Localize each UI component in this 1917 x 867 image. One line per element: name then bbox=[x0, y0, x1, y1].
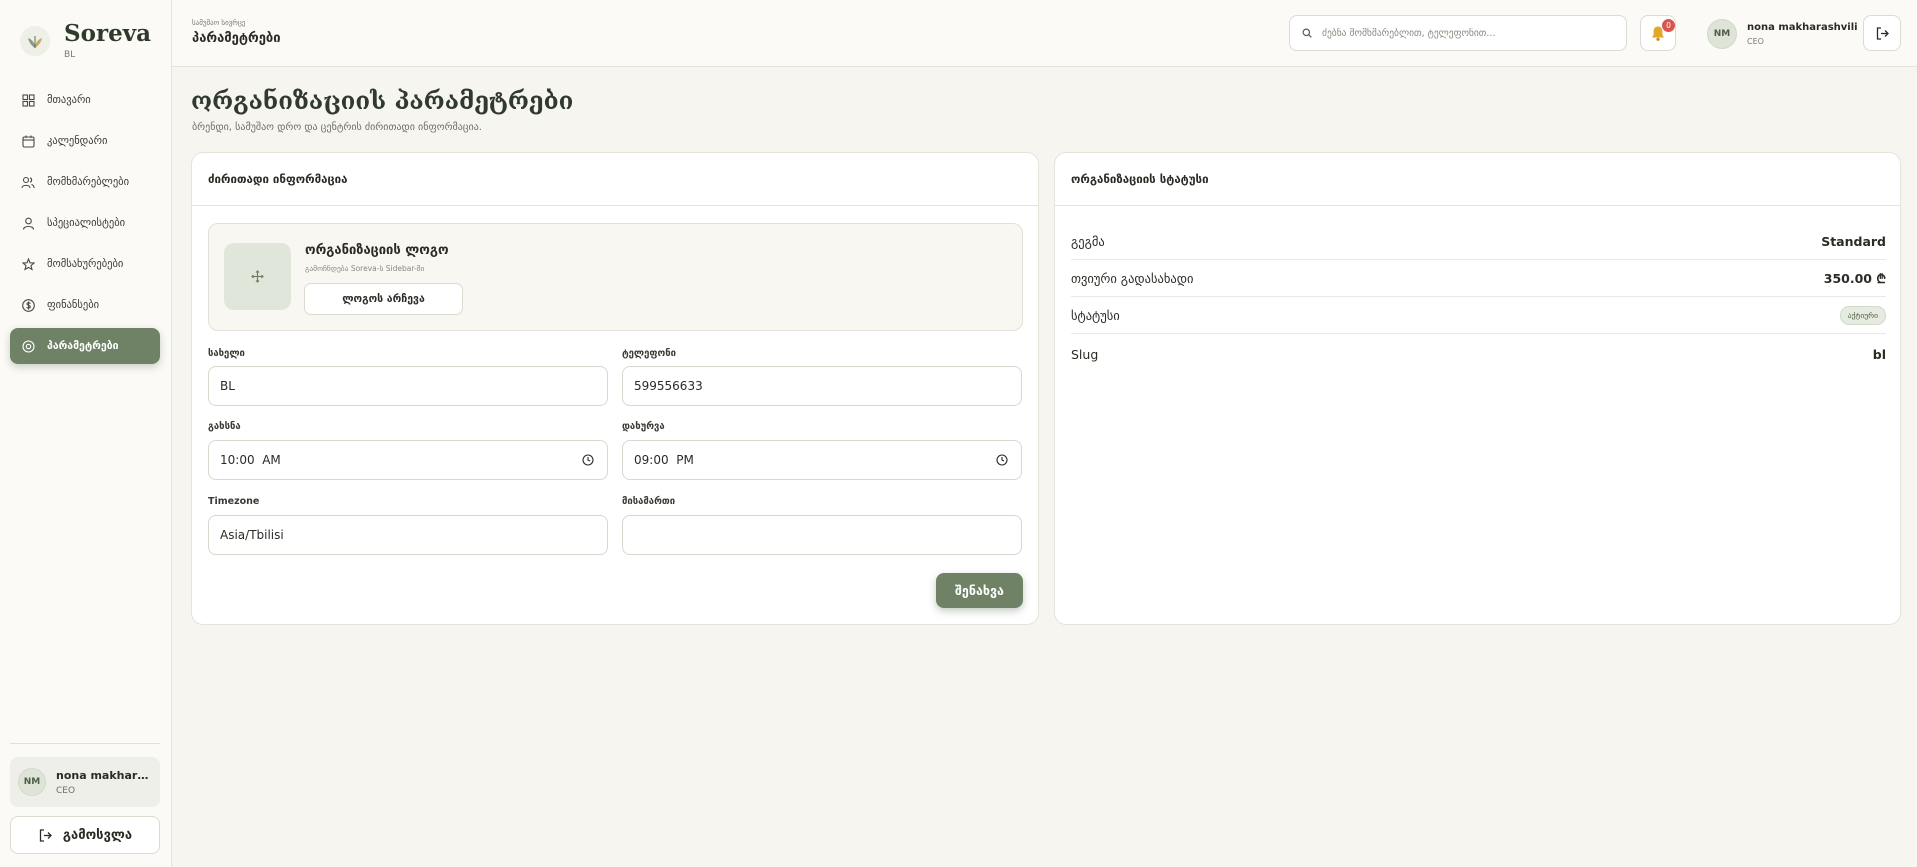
status-row-plan: გეგმა Standard bbox=[1071, 223, 1886, 260]
phone-label: ტელეფონი bbox=[622, 348, 676, 359]
basic-info-card: ძირითადი ინფორმაცია ორგანიზაციის ლოგო გა… bbox=[191, 152, 1039, 625]
sidebar-divider bbox=[10, 743, 160, 744]
topbar-logout-button[interactable] bbox=[1863, 15, 1901, 51]
logout-button[interactable]: გამოსვლა bbox=[10, 816, 160, 854]
logo-title: ორგანიზაციის ლოგო bbox=[305, 243, 449, 258]
sidebar-item-calendar[interactable]: კალენდარი bbox=[10, 123, 160, 159]
sidebar-item-customers[interactable]: მომხმარებლები bbox=[10, 164, 160, 200]
open-time-field[interactable]: 10:00 AM bbox=[208, 440, 608, 480]
slug-label: Slug bbox=[1071, 347, 1099, 362]
plan-value: Standard bbox=[1821, 233, 1886, 249]
page-title: ორგანიზაციის პარამეტრები bbox=[191, 86, 574, 115]
close-time-value: 09:00 PM bbox=[634, 453, 694, 467]
settings-icon bbox=[21, 339, 35, 353]
brand-name: Soreva bbox=[64, 20, 151, 47]
star-icon bbox=[21, 257, 35, 271]
move-icon bbox=[251, 270, 264, 283]
phone-field[interactable]: 599556633 bbox=[622, 366, 1022, 406]
dollar-icon bbox=[21, 298, 35, 312]
avatar: NM bbox=[18, 768, 46, 796]
status-row-slug: Slug bl bbox=[1071, 336, 1886, 373]
sidebar-item-label: მომხმარებლები bbox=[47, 176, 130, 188]
timezone-label: Timezone bbox=[208, 496, 260, 507]
sidebar-item-label: პარამეტრები bbox=[47, 340, 119, 352]
sidebar-item-label: ფინანსები bbox=[47, 299, 100, 311]
logo-hint: გამოჩნდება Soreva-ს Sidebar-ში bbox=[305, 264, 425, 273]
sidebar-item-settings[interactable]: პარამეტრები bbox=[10, 328, 160, 364]
search-icon bbox=[1302, 28, 1312, 38]
sidebar-item-label: კალენდარი bbox=[47, 135, 108, 147]
leaf-logo-icon bbox=[20, 26, 50, 56]
clock-icon[interactable] bbox=[996, 454, 1008, 466]
sidebar-item-label: მომსახურებები bbox=[47, 258, 124, 270]
sidebar-item-label: მთავარი bbox=[47, 94, 91, 106]
brand[interactable]: Soreva bbox=[20, 20, 151, 56]
close-time-label: დახურვა bbox=[622, 421, 665, 432]
status-row-status: სტატუსი აქტიური bbox=[1071, 297, 1886, 334]
topbar-user[interactable]: NM nona makharashvili CEO bbox=[1707, 19, 1858, 49]
card-title: ორგანიზაციის სტატუსი bbox=[1055, 153, 1900, 206]
choose-logo-button[interactable]: ლოგოს არჩევა bbox=[304, 283, 463, 315]
logout-label: გამოსვლა bbox=[62, 827, 133, 843]
card-title: ძირითადი ინფორმაცია bbox=[192, 153, 1038, 206]
user-role: CEO bbox=[56, 785, 76, 796]
logo-section: ორგანიზაციის ლოგო გამოჩნდება Soreva-ს Si… bbox=[208, 223, 1023, 331]
status-badge: აქტიური bbox=[1839, 305, 1886, 325]
brand-sub: BL bbox=[64, 50, 76, 60]
notification-badge: 0 bbox=[1662, 19, 1675, 32]
open-time-label: გახსნა bbox=[208, 421, 241, 432]
status-row-monthly-fee: თვიური გადასახადი 350.00 ₾ bbox=[1071, 260, 1886, 297]
clock-icon[interactable] bbox=[582, 454, 594, 466]
sidebar-item-specialists[interactable]: სპეციალისტები bbox=[10, 205, 160, 241]
topbar: სამუშაო სივრცე პარამეტრები 0 NM nona mak… bbox=[172, 0, 1917, 67]
sidebar-item-services[interactable]: მომსახურებები bbox=[10, 246, 160, 282]
page-subtitle: ბრენდი, სამუშაო დრო და ცენტრის ძირითადი … bbox=[192, 122, 482, 133]
notifications-button[interactable]: 0 bbox=[1640, 15, 1676, 51]
monthly-fee-label: თვიური გადასახადი bbox=[1071, 270, 1194, 286]
status-label: სტატუსი bbox=[1071, 307, 1120, 323]
avatar: NM bbox=[1707, 19, 1737, 49]
topbar-title: პარამეტრები bbox=[192, 31, 281, 46]
search-bar[interactable] bbox=[1289, 15, 1627, 51]
timezone-field[interactable]: Asia/Tbilisi bbox=[208, 515, 608, 555]
calendar-icon bbox=[21, 134, 35, 148]
monthly-fee-value: 350.00 ₾ bbox=[1823, 270, 1886, 286]
logout-icon bbox=[1875, 26, 1890, 41]
sidebar-nav: მთავარი კალენდარი მომხმარებლები სპეციალი… bbox=[10, 82, 160, 369]
user-name: nona makharas... bbox=[56, 768, 151, 782]
name-field[interactable]: BL bbox=[208, 366, 608, 406]
search-input[interactable] bbox=[1322, 27, 1612, 39]
address-label: მისამართი bbox=[622, 496, 676, 507]
plan-label: გეგმა bbox=[1071, 233, 1105, 249]
sidebar: Soreva BL მთავარი კალენდარი მომხმარებლებ… bbox=[0, 0, 172, 867]
address-field[interactable] bbox=[622, 515, 1022, 555]
logout-icon bbox=[38, 828, 53, 843]
open-time-value: 10:00 AM bbox=[220, 453, 281, 467]
grid-icon bbox=[21, 93, 35, 107]
sidebar-item-label: სპეციალისტები bbox=[47, 217, 126, 229]
logo-placeholder[interactable] bbox=[224, 243, 291, 310]
user-name: nona makharashvili bbox=[1747, 22, 1858, 33]
slug-value: bl bbox=[1872, 347, 1886, 362]
name-label: სახელი bbox=[208, 348, 245, 359]
save-button[interactable]: შენახვა bbox=[936, 573, 1023, 608]
sidebar-user-card[interactable]: NM nona makharas... CEO bbox=[10, 757, 160, 807]
users-icon bbox=[21, 175, 35, 189]
user-icon bbox=[21, 216, 35, 230]
close-time-field[interactable]: 09:00 PM bbox=[622, 440, 1022, 480]
organization-status-card: ორგანიზაციის სტატუსი გეგმა Standard თვიუ… bbox=[1054, 152, 1901, 625]
sidebar-item-finance[interactable]: ფინანსები bbox=[10, 287, 160, 323]
sidebar-item-home[interactable]: მთავარი bbox=[10, 82, 160, 118]
user-role: CEO bbox=[1747, 37, 1764, 46]
workspace-label: სამუშაო სივრცე bbox=[192, 19, 246, 27]
